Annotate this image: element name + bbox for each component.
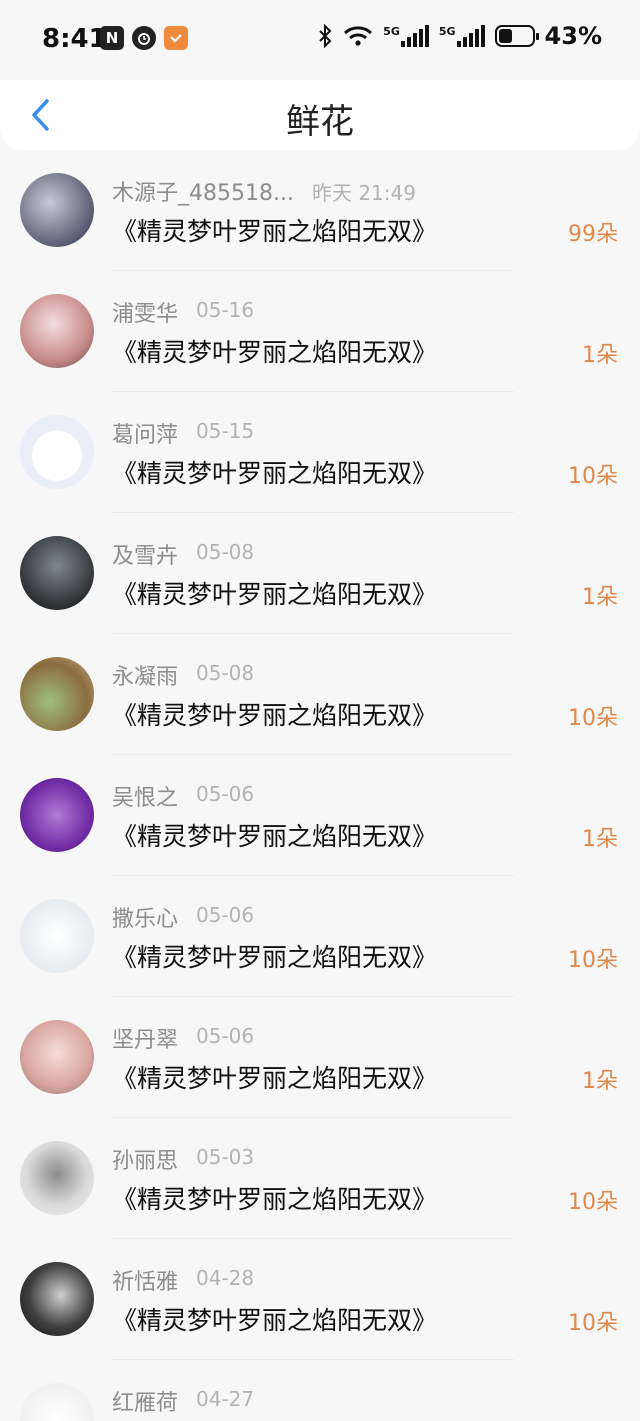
book-title: 《精灵梦叶罗丽之焰阳无双》 [112,1185,438,1214]
avatar[interactable] [20,657,94,731]
avatar[interactable] [20,899,94,973]
avatar[interactable] [20,1141,94,1215]
avatar[interactable] [20,1262,94,1336]
alarm-icon [132,26,156,50]
app-badge-icon [164,26,188,50]
avatar[interactable] [20,536,94,610]
status-time: 8:41 [42,24,107,54]
list-item[interactable]: 坚丹翠 05-06 《精灵梦叶罗丽之焰阳无双》 1朵 [0,997,640,1118]
book-title: 《精灵梦叶罗丽之焰阳无双》 [112,701,438,730]
user-name: 吴恨之 [112,786,179,811]
flower-count: 10朵 [568,464,618,489]
list-item[interactable]: 祈恬雅 04-28 《精灵梦叶罗丽之焰阳无双》 10朵 [0,1239,640,1360]
list-item[interactable]: 浦雯华 05-16 《精灵梦叶罗丽之焰阳无双》 1朵 [0,271,640,392]
flower-list[interactable]: 木源子_485518... 昨天 21:49 《精灵梦叶罗丽之焰阳无双》 99朵浦雯华… [0,150,640,1421]
nfc-icon: N [100,26,124,50]
list-item[interactable]: 孙丽思 05-03 《精灵梦叶罗丽之焰阳无双》 10朵 [0,1118,640,1239]
gift-date: 05-03 [196,1145,255,1169]
status-left-icons: N [100,26,188,50]
flower-count: 10朵 [568,1190,618,1215]
list-item[interactable]: 及雪卉 05-08 《精灵梦叶罗丽之焰阳无双》 1朵 [0,513,640,634]
list-item[interactable]: 葛问萍 05-15 《精灵梦叶罗丽之焰阳无双》 10朵 [0,392,640,513]
user-name: 祈恬雅 [112,1270,179,1295]
gift-date: 05-16 [196,298,255,322]
battery-fill [498,29,513,43]
book-title: 《精灵梦叶罗丽之焰阳无双》 [112,217,438,246]
user-name: 葛问萍 [112,423,179,448]
battery-percent: 43% [544,22,602,50]
flower-count: 10朵 [568,1311,618,1336]
bluetooth-icon [319,24,332,48]
page-title: 鲜花 [286,102,354,142]
book-title: 《精灵梦叶罗丽之焰阳无双》 [112,338,438,367]
status-right: 5G 5G 43% [317,22,602,50]
gift-date: 05-06 [196,1024,255,1048]
book-title: 《精灵梦叶罗丽之焰阳无双》 [112,1306,438,1335]
user-name: 及雪卉 [112,544,179,569]
flower-count: 10朵 [568,948,618,973]
signal-icon: 5G [439,25,485,47]
gift-date: 04-27 [196,1387,255,1411]
gift-date: 05-08 [196,661,255,685]
flower-count: 1朵 [582,1069,618,1094]
flower-count: 1朵 [582,343,618,368]
network-label: 5G [383,25,400,38]
list-item[interactable]: 永凝雨 05-08 《精灵梦叶罗丽之焰阳无双》 10朵 [0,634,640,755]
flower-count: 10朵 [568,706,618,731]
header: 鲜花 [0,80,640,150]
book-title: 《精灵梦叶罗丽之焰阳无双》 [112,822,438,851]
list-item[interactable]: 红雁荷 04-27 [0,1360,640,1421]
gift-date: 05-15 [196,419,255,443]
network-label: 5G [438,25,456,38]
list-item[interactable]: 木源子_485518... 昨天 21:49 《精灵梦叶罗丽之焰阳无双》 99朵 [0,150,640,271]
signal-icon: 5G [383,25,429,47]
avatar[interactable] [20,778,94,852]
book-title: 《精灵梦叶罗丽之焰阳无双》 [112,1064,438,1093]
user-name: 坚丹翠 [112,1028,179,1053]
battery-icon [494,25,539,47]
avatar[interactable] [20,294,94,368]
flower-count: 1朵 [582,827,618,852]
list-item[interactable]: 吴恨之 05-06 《精灵梦叶罗丽之焰阳无双》 1朵 [0,755,640,876]
book-title: 《精灵梦叶罗丽之焰阳无双》 [112,459,438,488]
user-name: 永凝雨 [112,665,179,690]
gift-date: 05-08 [196,540,255,564]
book-title: 《精灵梦叶罗丽之焰阳无双》 [112,943,438,972]
book-title: 《精灵梦叶罗丽之焰阳无双》 [112,580,438,609]
avatar[interactable] [20,1383,94,1421]
flower-count: 1朵 [582,585,618,610]
user-name: 木源子_485518... [112,181,294,206]
avatar[interactable] [20,415,94,489]
gift-date: 昨天 21:49 [311,181,416,205]
wifi-icon [344,26,373,46]
user-name: 红雁荷 [112,1391,179,1416]
list-item[interactable]: 撒乐心 05-06 《精灵梦叶罗丽之焰阳无双》 10朵 [0,876,640,997]
avatar[interactable] [20,173,94,247]
user-name: 孙丽思 [112,1149,179,1174]
status-bar: 8:41 N 5G 5G 43% [0,0,640,80]
gift-date: 04-28 [196,1266,255,1290]
user-name: 撒乐心 [112,907,179,932]
gift-date: 05-06 [196,782,255,806]
user-name: 浦雯华 [112,302,179,327]
flower-count: 99朵 [568,222,618,247]
gift-date: 05-06 [196,903,255,927]
avatar[interactable] [20,1020,94,1094]
